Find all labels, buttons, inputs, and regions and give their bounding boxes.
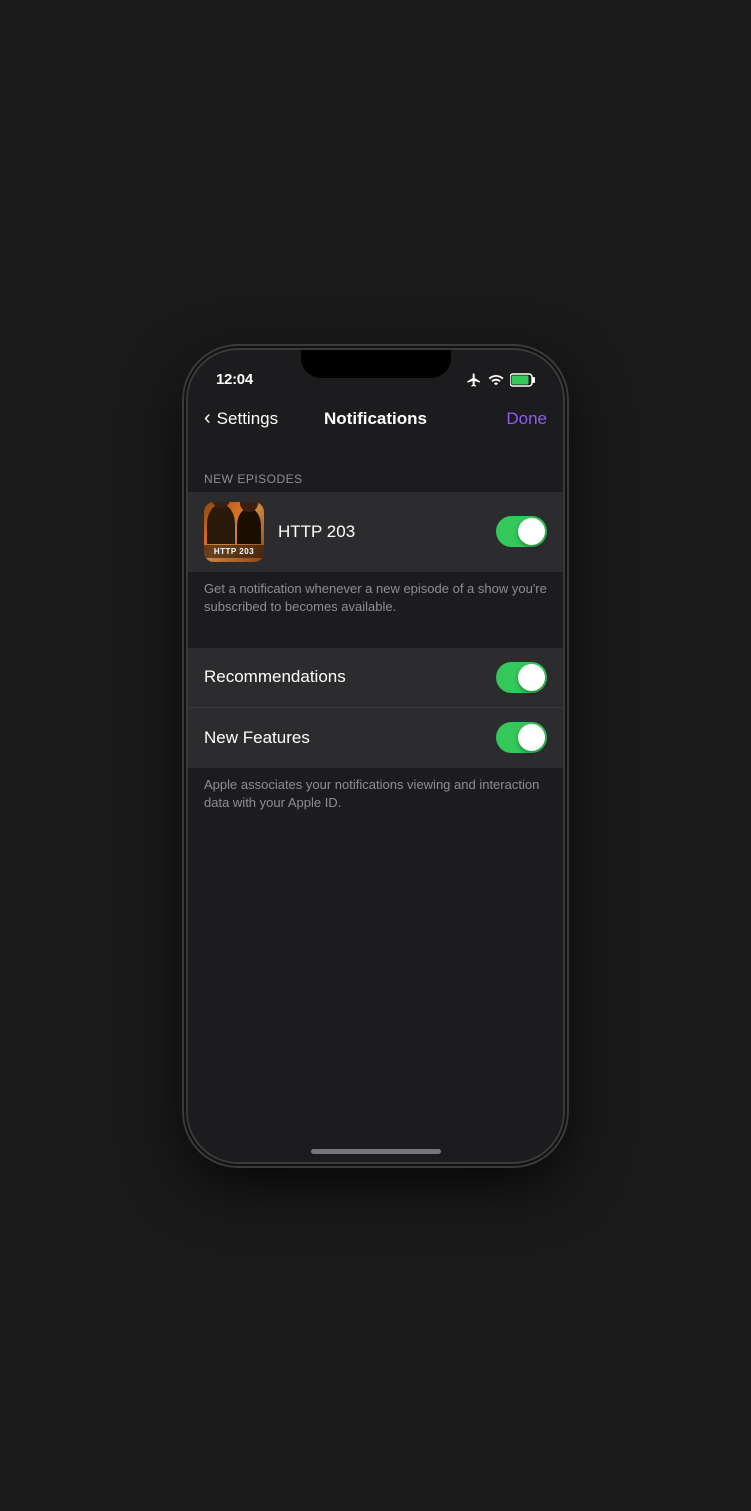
recommendations-row[interactable]: Recommendations (188, 648, 563, 708)
top-gap (188, 444, 563, 464)
new-episodes-footer: Get a notification whenever a new episod… (188, 572, 563, 628)
airplane-icon (466, 372, 482, 388)
http203-row[interactable]: HTTP 203 HTTP 203 (188, 492, 563, 572)
new-episodes-section: HTTP 203 HTTP 203 (188, 492, 563, 572)
podcast-thumb-bg: HTTP 203 (204, 502, 264, 562)
wifi-icon (488, 372, 504, 388)
new-features-row[interactable]: New Features (188, 708, 563, 768)
new-features-toggle-knob (518, 724, 545, 751)
new-episodes-header: NEW EPISODES (188, 464, 563, 492)
new-features-label: New Features (204, 728, 496, 748)
notch (301, 350, 451, 378)
back-button[interactable]: ‹ Settings (204, 407, 278, 430)
home-bar (311, 1149, 441, 1154)
podcast-thumbnail: HTTP 203 (204, 502, 264, 562)
general-footer: Apple associates your notifications view… (188, 768, 563, 824)
mid-gap (188, 628, 563, 648)
recommendations-toggle-knob (518, 664, 545, 691)
home-indicator (188, 1128, 563, 1162)
status-icons (466, 372, 535, 388)
http203-label: HTTP 203 (278, 522, 496, 542)
page-title: Notifications (324, 409, 427, 429)
status-time: 12:04 (216, 371, 253, 388)
screen: 12:04 ‹ Set (188, 350, 563, 1162)
http203-toggle-knob (518, 518, 545, 545)
person-silhouette-2 (237, 508, 261, 544)
recommendations-toggle[interactable] (496, 662, 547, 693)
recommendations-label: Recommendations (204, 667, 496, 687)
podcast-label: HTTP 203 (204, 545, 264, 558)
battery-icon (510, 373, 535, 387)
content-area: NEW EPISODES HTTP 203 HTTP 203 (188, 444, 563, 1128)
new-features-toggle[interactable] (496, 722, 547, 753)
general-section: Recommendations New Features (188, 648, 563, 768)
back-chevron-icon: ‹ (204, 407, 211, 430)
back-label: Settings (217, 409, 278, 429)
done-button[interactable]: Done (506, 409, 547, 429)
person-silhouette-1 (207, 504, 235, 544)
http203-toggle[interactable] (496, 516, 547, 547)
phone-frame: 12:04 ‹ Set (188, 350, 563, 1162)
nav-bar: ‹ Settings Notifications Done (188, 394, 563, 444)
podcast-people (204, 502, 264, 544)
